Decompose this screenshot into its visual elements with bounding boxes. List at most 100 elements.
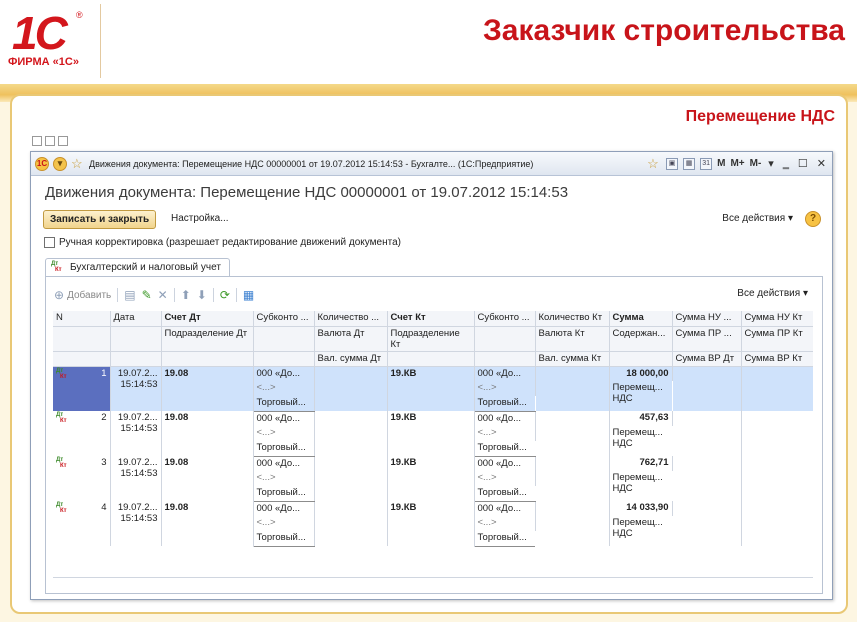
row-number-cell[interactable]: Дт Кт 3: [53, 456, 111, 501]
quantity-kt-cell[interactable]: [535, 456, 610, 501]
subconto-dt-cell[interactable]: Торговый...: [253, 441, 315, 457]
column-header[interactable]: Сумма: [609, 311, 673, 327]
edit-icon[interactable]: ✎: [142, 288, 152, 302]
subconto-kt-cell[interactable]: Торговый...: [474, 396, 535, 412]
account-dt-cell[interactable]: 19.08: [161, 411, 254, 456]
calculator-icon[interactable]: ▦: [683, 157, 696, 170]
quantity-dt-cell[interactable]: [314, 501, 388, 546]
account-dt-cell[interactable]: 19.08: [161, 501, 254, 546]
manual-correction-label[interactable]: Ручная корректировка (разрешает редактир…: [59, 237, 401, 248]
sum-cell[interactable]: 18 000,00: [609, 366, 673, 381]
all-actions-menu[interactable]: Все действия ▾: [722, 213, 793, 224]
date-cell[interactable]: 19.07.2... 15:14:53: [110, 411, 162, 456]
subconto-kt-cell[interactable]: 000 «До...: [474, 411, 536, 426]
content-cell[interactable]: Перемещ... НДС: [609, 381, 672, 411]
subconto-dt-cell[interactable]: 000 «До...: [253, 456, 315, 471]
column-header[interactable]: Сумма ВР Дт: [672, 351, 742, 367]
minimize-icon[interactable]: ‗: [781, 158, 791, 170]
column-header[interactable]: Подразделение Дт: [161, 326, 254, 352]
subconto-dt-cell[interactable]: 000 «До...: [253, 366, 315, 381]
sum-nu-kt-cell[interactable]: [741, 366, 813, 411]
column-header[interactable]: Сумма ПР ...: [672, 326, 742, 352]
account-kt-cell[interactable]: 19.КВ: [387, 456, 475, 501]
table-row[interactable]: Дт Кт 2 19.07.2... 15:14:53 19.08 000 «До..…: [53, 411, 813, 456]
column-header[interactable]: Субконто ...: [253, 311, 315, 327]
date-cell[interactable]: 19.07.2... 15:14:53: [110, 456, 162, 501]
favorite-star-icon[interactable]: ☆: [647, 156, 661, 172]
account-dt-cell[interactable]: 19.08: [161, 456, 254, 501]
subconto-dt-cell[interactable]: <...>: [253, 471, 315, 486]
quantity-dt-cell[interactable]: [314, 411, 388, 456]
row-number-cell[interactable]: Дт Кт 2: [53, 411, 111, 456]
sum-nu-kt-cell[interactable]: [741, 411, 813, 456]
subconto-dt-cell[interactable]: Торговый...: [253, 396, 315, 412]
sum-cell[interactable]: 762,71: [609, 456, 673, 471]
subconto-dt-cell[interactable]: Торговый...: [253, 531, 315, 547]
content-cell[interactable]: Перемещ... НДС: [609, 426, 672, 456]
account-kt-cell[interactable]: 19.КВ: [387, 501, 475, 546]
quantity-dt-cell[interactable]: [314, 456, 388, 501]
subconto-kt-cell[interactable]: Торговый...: [474, 441, 535, 457]
help-button[interactable]: ?: [805, 211, 821, 227]
column-header[interactable]: Вал. сумма Кт: [535, 351, 610, 367]
memory-minus-button[interactable]: M-: [750, 158, 762, 169]
subconto-kt-cell[interactable]: <...>: [474, 426, 536, 441]
grid-all-actions-menu[interactable]: Все действия ▾: [737, 288, 808, 299]
sum-cell[interactable]: 14 033,90: [609, 501, 673, 516]
column-header[interactable]: Количество Кт: [535, 311, 610, 327]
save-and-close-button[interactable]: Записать и закрыть: [43, 210, 157, 229]
column-header[interactable]: Сумма НУ Кт: [741, 311, 813, 327]
date-cell[interactable]: 19.07.2... 15:14:53: [110, 501, 162, 546]
subconto-dt-cell[interactable]: <...>: [253, 426, 315, 441]
subconto-kt-cell[interactable]: <...>: [474, 516, 536, 531]
content-cell[interactable]: Перемещ... НДС: [609, 471, 672, 501]
subconto-kt-cell[interactable]: Торговый...: [474, 486, 535, 502]
column-header[interactable]: Дата: [110, 311, 162, 327]
quantity-dt-cell[interactable]: [314, 366, 388, 411]
subconto-kt-cell[interactable]: <...>: [474, 471, 536, 486]
column-header[interactable]: Подразделение Кт: [387, 326, 475, 352]
column-header[interactable]: N: [53, 311, 111, 327]
column-header[interactable]: Счет Дт: [161, 311, 254, 327]
memory-button[interactable]: M: [717, 158, 725, 169]
subconto-dt-cell[interactable]: <...>: [253, 516, 315, 531]
move-down-icon[interactable]: ⬇: [197, 288, 207, 302]
subconto-kt-cell[interactable]: <...>: [474, 381, 536, 396]
subconto-kt-cell[interactable]: 000 «До...: [474, 366, 536, 381]
column-header[interactable]: Сумма НУ ...: [672, 311, 742, 327]
account-kt-cell[interactable]: 19.КВ: [387, 411, 475, 456]
account-dt-cell[interactable]: 19.08: [161, 366, 254, 411]
settings-button[interactable]: Настройка...: [171, 213, 229, 224]
subconto-dt-cell[interactable]: 000 «До...: [253, 411, 315, 426]
row-number-cell[interactable]: Дт Кт 1: [53, 366, 111, 411]
subconto-kt-cell[interactable]: 000 «До...: [474, 501, 536, 516]
add-button[interactable]: ⊕ Добавить: [54, 288, 111, 302]
sum-nu-dt-cell[interactable]: [672, 501, 742, 546]
app-logo-icon[interactable]: 1С: [35, 156, 49, 171]
chevron-down-icon[interactable]: ▾: [766, 157, 776, 170]
memory-plus-button[interactable]: M+: [730, 158, 744, 169]
column-header[interactable]: Субконто ...: [474, 311, 536, 327]
subconto-kt-cell[interactable]: 000 «До...: [474, 456, 536, 471]
favorite-star-icon[interactable]: ☆: [71, 156, 85, 172]
calendar-icon[interactable]: 31: [700, 157, 713, 170]
column-header[interactable]: Счет Кт: [387, 311, 475, 327]
refresh-icon[interactable]: ⟳: [220, 288, 230, 302]
tab-accounting[interactable]: Дт Кт Бухгалтерский и налоговый учет: [45, 258, 230, 277]
subconto-dt-cell[interactable]: 000 «До...: [253, 501, 315, 516]
column-header[interactable]: Количество ...: [314, 311, 388, 327]
report-icon[interactable]: ▦: [243, 288, 254, 302]
sum-nu-dt-cell[interactable]: [672, 366, 742, 411]
maximize-icon[interactable]: ☐: [796, 157, 810, 170]
column-header[interactable]: Содержан...: [609, 326, 673, 352]
move-up-icon[interactable]: ⬆: [181, 288, 191, 302]
column-header[interactable]: Валюта Кт: [535, 326, 610, 352]
close-icon[interactable]: ✕: [815, 157, 828, 170]
content-cell[interactable]: Перемещ... НДС: [609, 516, 672, 546]
subconto-dt-cell[interactable]: Торговый...: [253, 486, 315, 502]
date-cell[interactable]: 19.07.2... 15:14:53: [110, 366, 162, 411]
column-header[interactable]: Валюта Дт: [314, 326, 388, 352]
table-row[interactable]: Дт Кт 1 19.07.2... 15:14:53 19.08 000 «До..…: [53, 366, 813, 411]
account-kt-cell[interactable]: 19.КВ: [387, 366, 475, 411]
main-menu-icon[interactable]: ▾: [53, 156, 67, 171]
